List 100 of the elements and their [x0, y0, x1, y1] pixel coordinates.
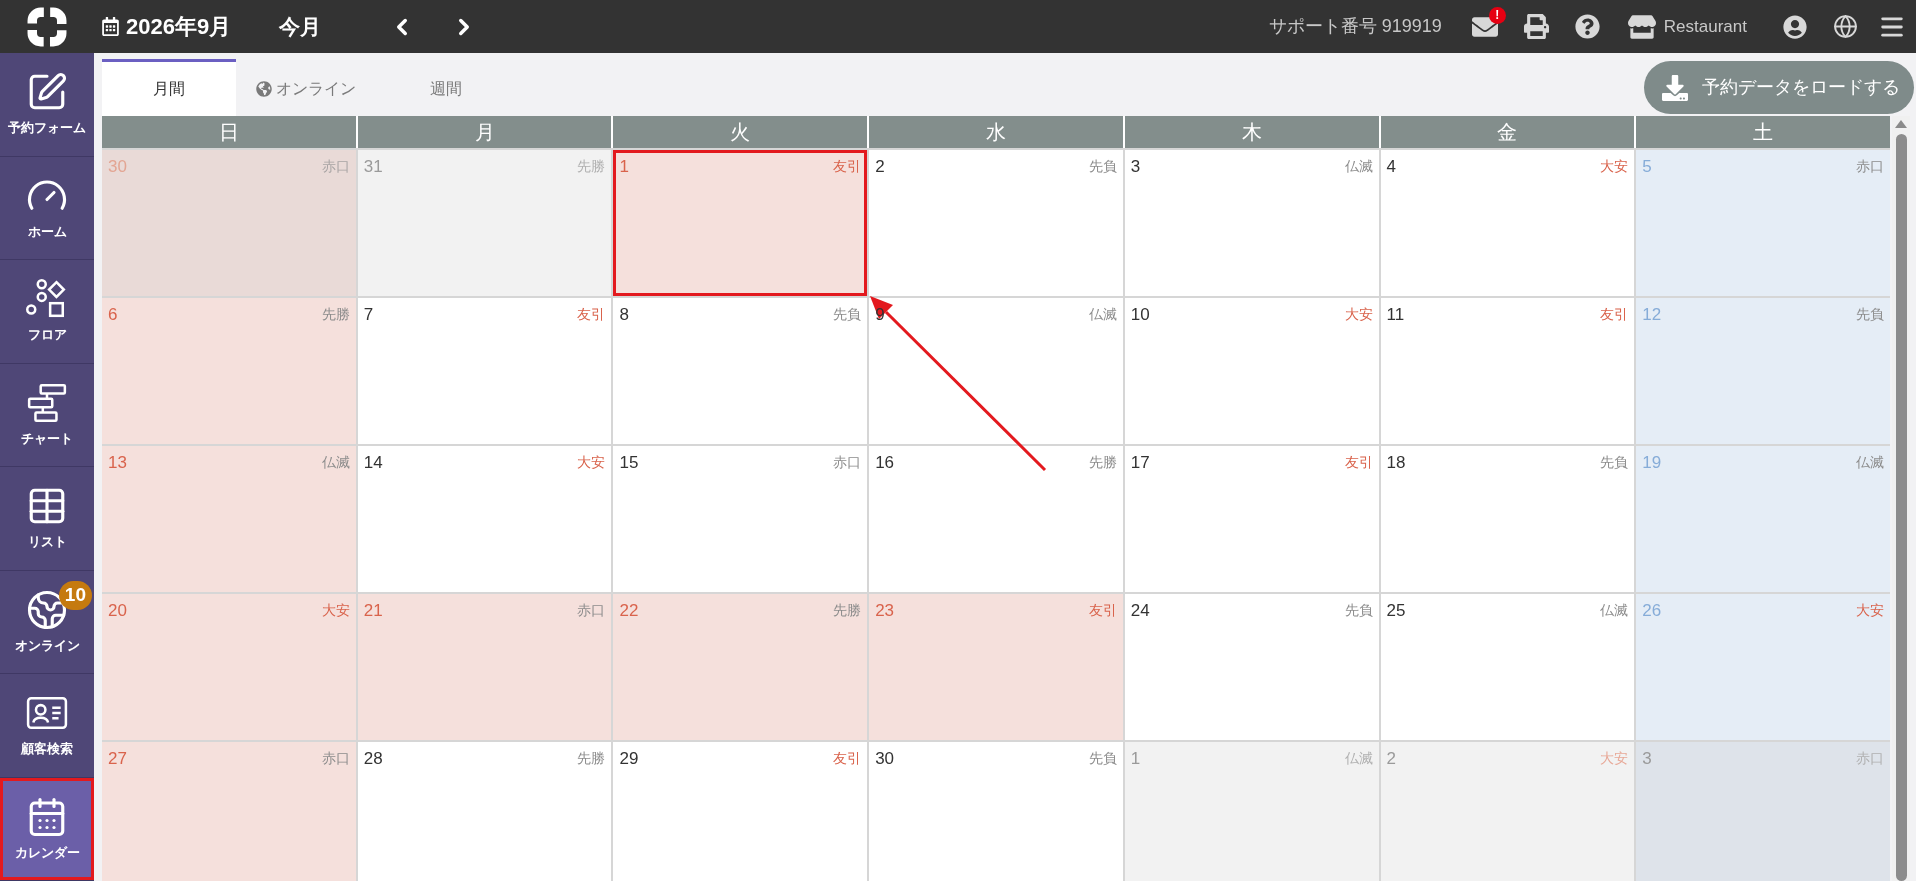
user-icon[interactable] [1783, 14, 1807, 39]
weekday-header: 日 [102, 116, 356, 148]
print-icon[interactable] [1523, 14, 1549, 39]
day-cell[interactable]: 8 先負 [613, 298, 868, 444]
alert-badge: ! [1488, 6, 1506, 24]
logo-icon[interactable] [27, 6, 67, 47]
rokuyo-label: 大安 [1600, 157, 1629, 176]
day-cell[interactable]: 29 友引 [613, 742, 868, 881]
day-number: 10 [1130, 304, 1150, 326]
day-cell[interactable]: 18 先負 [1380, 446, 1635, 592]
day-cell[interactable]: 7 友引 [357, 298, 612, 444]
day-number: 8 [619, 304, 629, 326]
view-tab[interactable]: 週間 [376, 59, 516, 116]
store-selector[interactable]: Restaurant [1627, 12, 1747, 41]
day-cell[interactable]: 14 大安 [357, 446, 612, 592]
day-number: 26 [1642, 600, 1662, 622]
day-number: 30 [875, 748, 895, 770]
weekday-header: 月 [357, 116, 612, 148]
day-cell[interactable]: 4 大安 [1380, 150, 1635, 296]
count-badge: 10 [58, 580, 92, 610]
day-number: 19 [1642, 452, 1662, 474]
day-cell[interactable]: 15 赤口 [613, 446, 868, 592]
day-number: 15 [619, 452, 639, 474]
store-icon [1627, 12, 1656, 41]
day-cell[interactable]: 16 先勝 [869, 446, 1123, 592]
support-number: サポート番号 919919 [1268, 15, 1442, 38]
day-number: 27 [108, 748, 127, 770]
rokuyo-label: 先勝 [833, 601, 862, 620]
help-icon[interactable] [1574, 14, 1600, 39]
rokuyo-label: 大安 [1344, 305, 1373, 324]
view-tab[interactable]: 月間 [102, 59, 236, 116]
month-title: 2026年9月 [126, 13, 232, 41]
rokuyo-label: 友引 [833, 749, 862, 768]
day-number: 7 [363, 304, 374, 326]
day-cell[interactable]: 30 先負 [869, 742, 1123, 881]
rokuyo-label: 仏滅 [321, 453, 350, 472]
shapes-icon [26, 278, 68, 320]
day-cell[interactable]: 28 先勝 [357, 742, 612, 881]
rokuyo-label: 先負 [1344, 601, 1373, 620]
day-number: 22 [619, 600, 639, 622]
weekday-header: 金 [1380, 116, 1635, 148]
day-number: 18 [1386, 452, 1406, 474]
rokuyo-label: 大安 [1600, 749, 1629, 768]
day-number: 14 [363, 452, 383, 474]
day-number: 2 [875, 156, 885, 178]
rokuyo-label: 友引 [1344, 453, 1373, 472]
rokuyo-label: 大安 [577, 453, 606, 472]
scrollbar-thumb[interactable] [1895, 134, 1907, 881]
day-cell[interactable]: 24 先負 [1124, 594, 1379, 740]
rokuyo-label: 先勝 [1088, 453, 1117, 472]
scrollbar[interactable] [1892, 116, 1910, 881]
day-number: 21 [363, 600, 383, 622]
globe-icon [26, 588, 68, 631]
day-number: 31 [363, 156, 383, 178]
rokuyo-label: 仏滅 [1856, 453, 1884, 472]
rokuyo-label: 仏滅 [1600, 601, 1629, 620]
day-cell[interactable]: 25 仏滅 [1380, 594, 1635, 740]
rokuyo-label: 先勝 [577, 749, 606, 768]
rokuyo-label: 先勝 [577, 157, 606, 176]
day-number: 3 [1130, 156, 1141, 178]
rokuyo-label: 先負 [833, 305, 862, 324]
day-number: 12 [1642, 304, 1662, 326]
day-number: 23 [875, 600, 895, 622]
weekday-header: 木 [1124, 116, 1379, 148]
day-number: 29 [619, 748, 639, 770]
download-icon [1662, 74, 1688, 101]
this-month-button[interactable]: 今月 [279, 10, 322, 43]
scroll-up-icon[interactable] [1895, 120, 1907, 128]
day-number: 4 [1386, 156, 1397, 178]
day-number: 3 [1642, 748, 1652, 770]
day-cell[interactable]: 17 友引 [1124, 446, 1379, 592]
day-cell[interactable]: 3 仏滅 [1124, 150, 1379, 296]
weekday-header: 火 [613, 116, 868, 148]
rokuyo-label: 先負 [1856, 305, 1884, 324]
load-reservations-button[interactable]: 予約データをロードする [1644, 61, 1914, 114]
language-icon[interactable] [1833, 14, 1858, 39]
rokuyo-label: 赤口 [833, 453, 862, 472]
day-cell[interactable]: 10 大安 [1124, 298, 1379, 444]
day-cell[interactable]: 11 友引 [1380, 298, 1635, 444]
day-number: 6 [108, 304, 118, 326]
rokuyo-label: 友引 [1088, 601, 1117, 620]
rokuyo-label: 友引 [577, 305, 606, 324]
day-number: 2 [1386, 748, 1397, 770]
gantt-chart-icon [26, 381, 68, 424]
day-number: 13 [108, 452, 127, 474]
day-number: 28 [363, 748, 383, 770]
rokuyo-label: 大安 [1856, 601, 1884, 620]
rokuyo-label: 先負 [1088, 157, 1117, 176]
weekday-header: 水 [869, 116, 1123, 148]
day-number: 16 [875, 452, 895, 474]
day-number: 11 [1386, 304, 1405, 326]
day-number: 30 [108, 156, 127, 178]
sidebar-item[interactable]: カレンダー [0, 777, 94, 881]
day-cell[interactable]: 2 先負 [869, 150, 1123, 296]
rokuyo-label: 赤口 [1856, 157, 1884, 176]
rokuyo-label: 先負 [1600, 453, 1629, 472]
day-number: 25 [1386, 600, 1406, 622]
view-tab[interactable]: オンライン [236, 59, 376, 116]
rokuyo-label: 仏滅 [1088, 305, 1117, 324]
weekday-header: 土 [1636, 116, 1890, 148]
